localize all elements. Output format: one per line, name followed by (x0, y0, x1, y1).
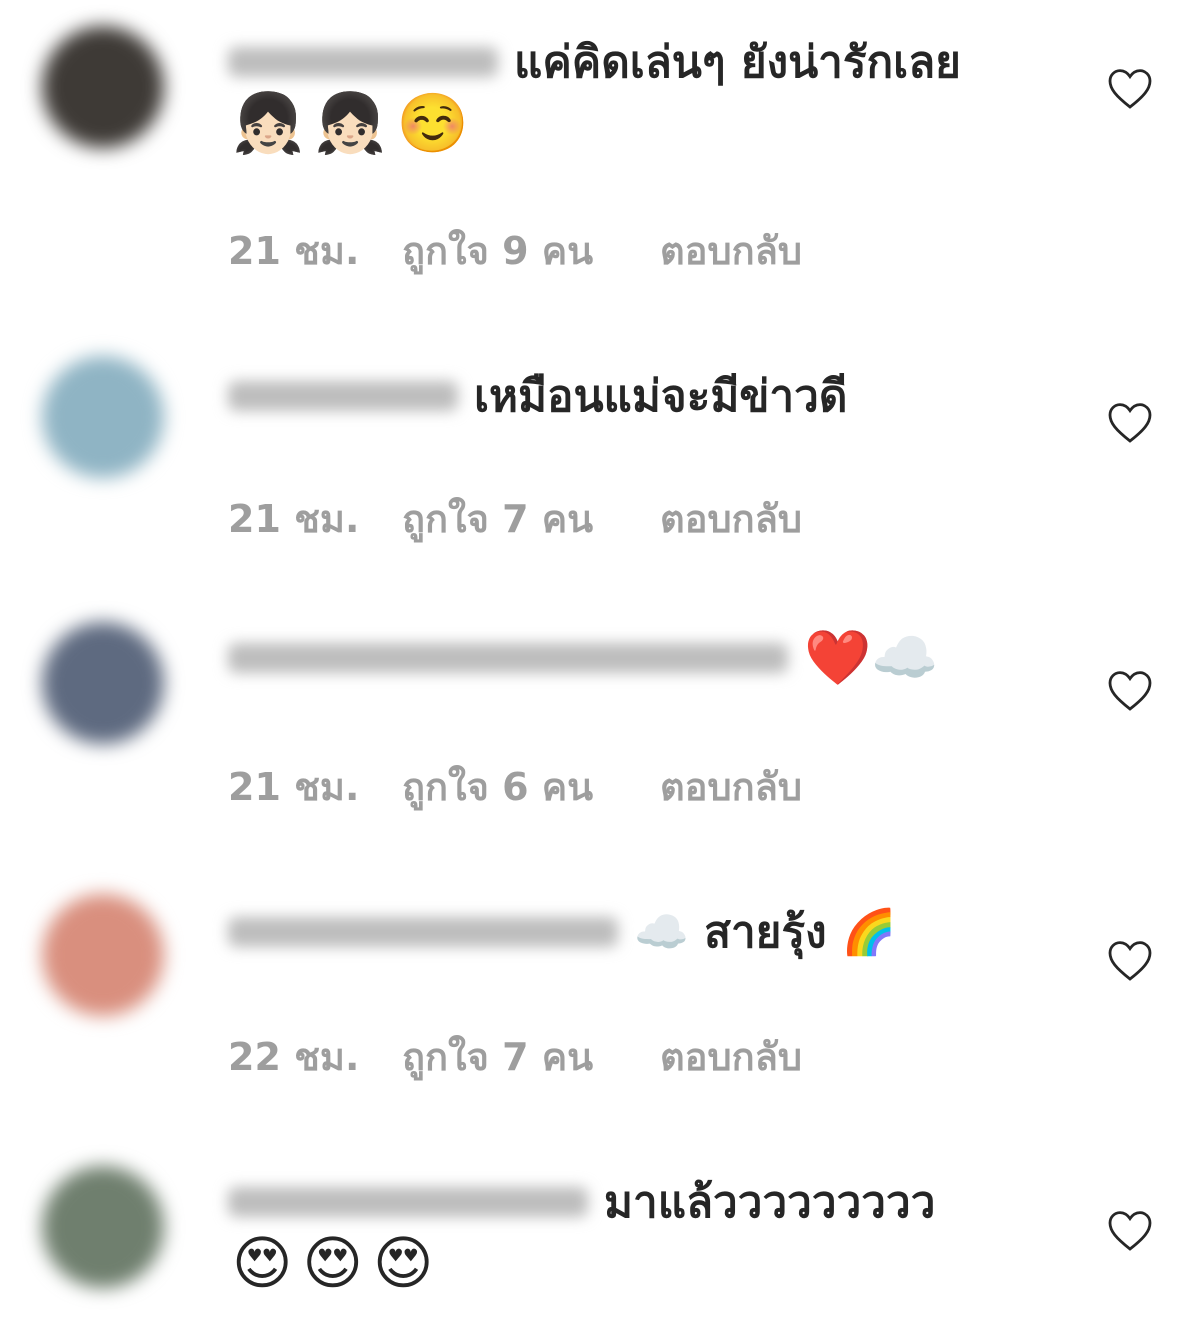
like-count[interactable]: ถูกใจ 9 คน (402, 220, 660, 281)
comment-text: แค่คิดเล่นๆ ยังน่ารักเลย (514, 37, 961, 88)
heart-eyes-emoji: 😍 (232, 1229, 293, 1297)
comment-time: 22 ชม. (228, 1035, 360, 1079)
reply-button[interactable]: ตอบกลับ (660, 756, 802, 817)
avatar[interactable] (42, 894, 164, 1016)
reply-button[interactable]: ตอบกลับ (660, 220, 802, 281)
like-count[interactable]: ถูกใจ 6 คน (402, 756, 660, 817)
heart-outline-icon (1108, 403, 1152, 443)
comment-time: 21 ชม. (228, 765, 360, 809)
heart-eyes-emoji: 😍 (372, 1229, 434, 1297)
avatar[interactable] (42, 1166, 164, 1288)
username[interactable] (228, 643, 788, 673)
comment-text: มาแล้ววววววววว (604, 1177, 936, 1228)
like-button[interactable] (1106, 1208, 1154, 1252)
like-button[interactable] (1106, 66, 1154, 110)
like-button[interactable] (1106, 938, 1154, 982)
avatar[interactable] (42, 622, 164, 744)
heart-outline-icon (1108, 941, 1152, 981)
comment-text: ☁️ สายรุ้ง 🌈 (634, 907, 897, 958)
girl-emoji: 👧🏻 (232, 89, 305, 157)
comment-text: เหมือนแม่จะมีข่าวดี (474, 371, 848, 422)
username[interactable] (228, 1187, 588, 1217)
heart-outline-icon (1108, 1211, 1152, 1251)
username[interactable] (228, 917, 618, 947)
username[interactable] (228, 47, 498, 77)
comment-time: 21 ชม. (228, 497, 360, 541)
avatar[interactable] (42, 26, 164, 148)
heart-outline-icon (1108, 671, 1152, 711)
comment-time: 21 ชม. (228, 229, 360, 273)
like-count[interactable]: ถูกใจ 7 คน (402, 488, 660, 549)
comment-text: ❤️☁️ (804, 626, 939, 689)
heart-outline-icon (1108, 69, 1152, 109)
avatar[interactable] (42, 356, 164, 478)
girl-emoji: 👧🏻 (314, 89, 387, 157)
heart-eyes-emoji: 😍 (302, 1229, 363, 1297)
username[interactable] (228, 381, 458, 411)
reply-button[interactable]: ตอบกลับ (660, 488, 802, 549)
like-button[interactable] (1106, 668, 1154, 712)
smiling-face-emoji: ☺️ (396, 89, 469, 157)
reply-button[interactable]: ตอบกลับ (660, 1026, 802, 1087)
like-button[interactable] (1106, 400, 1154, 444)
like-count[interactable]: ถูกใจ 7 คน (402, 1026, 660, 1087)
